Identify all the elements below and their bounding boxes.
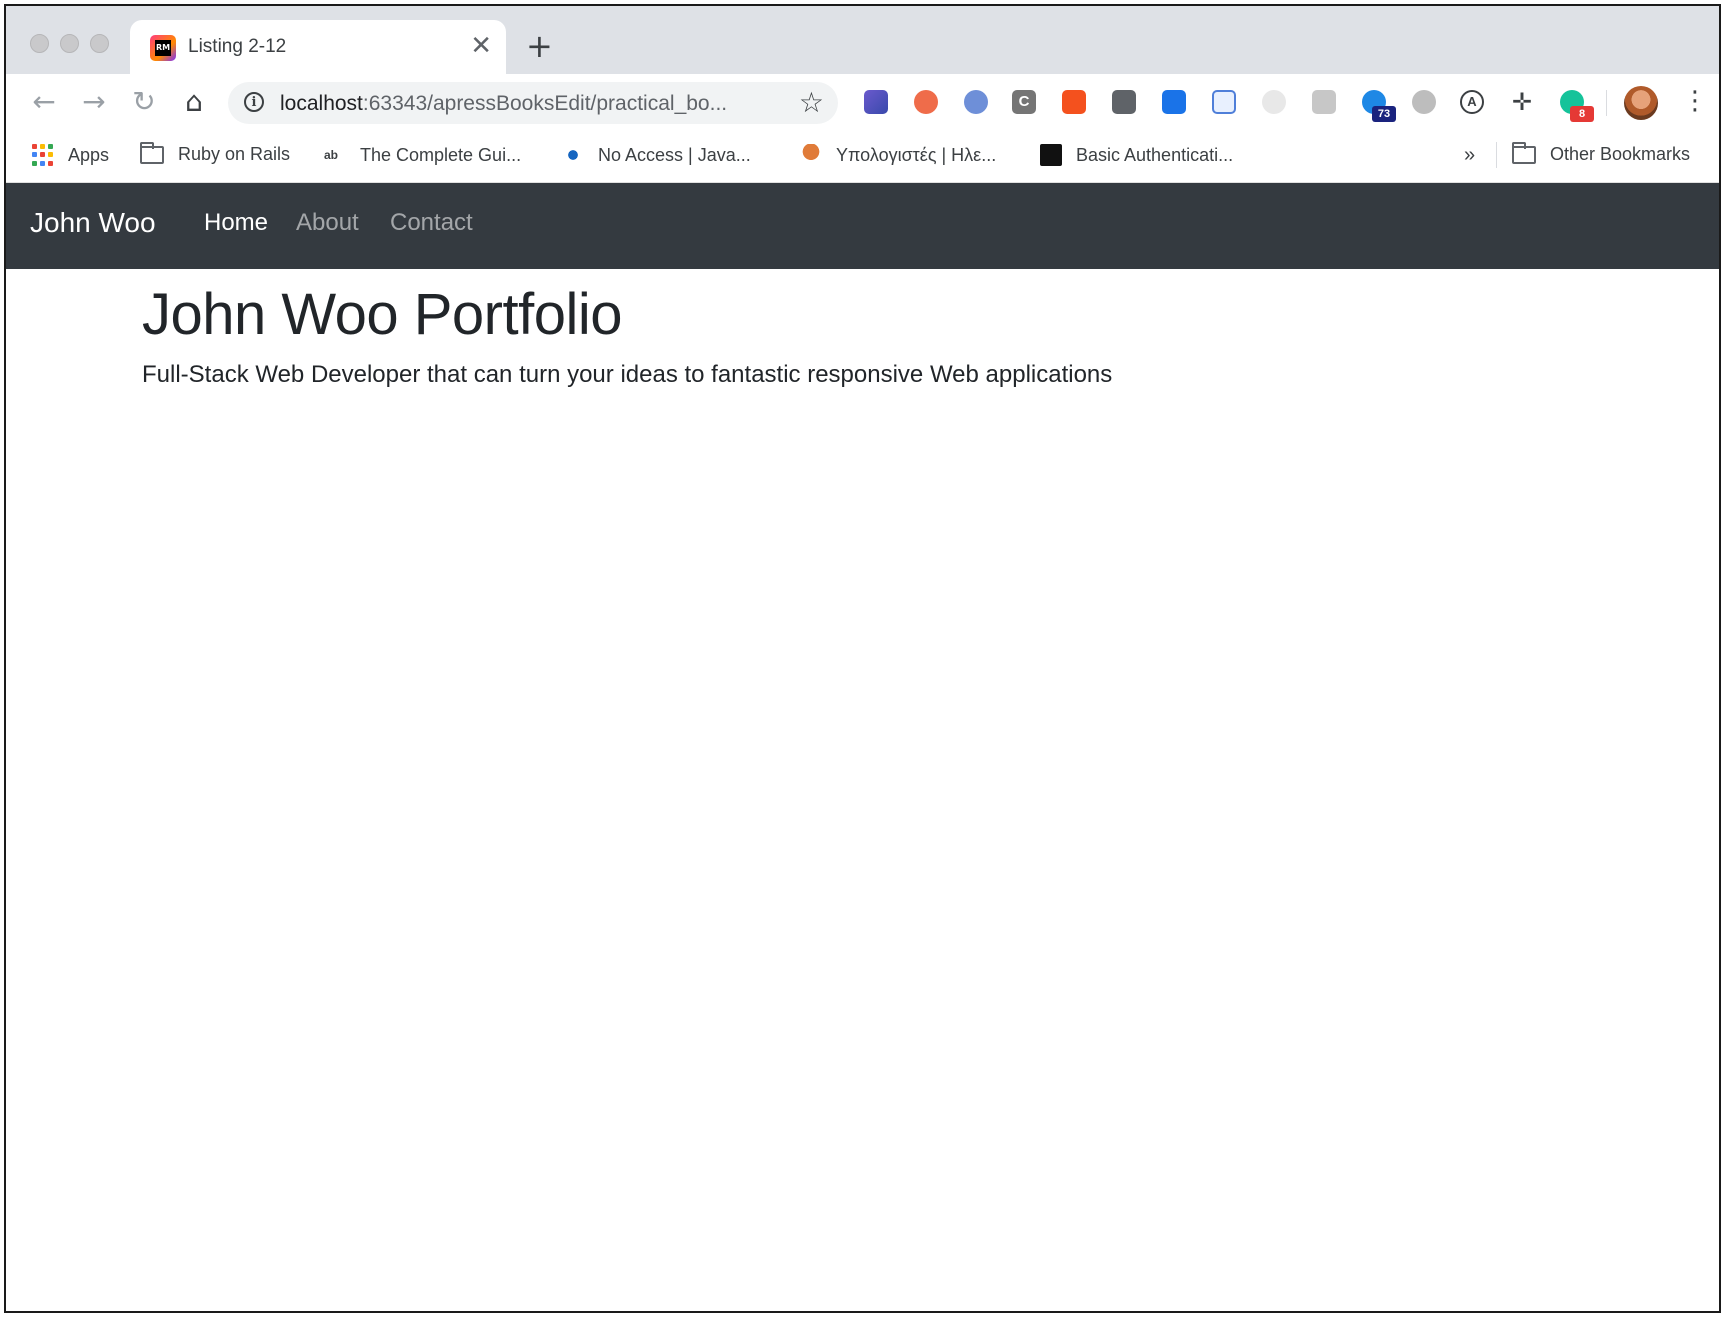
toolbar-divider: [1606, 90, 1607, 116]
web-page: John Woo Home About Contact John Woo Por…: [6, 183, 1719, 1311]
site-navbar: John Woo Home About Contact: [6, 183, 1719, 269]
download-icon[interactable]: [1162, 90, 1186, 114]
ab-icon: ab: [324, 148, 339, 162]
back-arrow-icon[interactable]: ←: [26, 84, 62, 120]
tab-strip: RM Listing 2-12 ✕ +: [6, 6, 1719, 74]
c-icon[interactable]: C: [1012, 90, 1036, 114]
address-bar[interactable]: i localhost:63343/apressBooksEdit/practi…: [228, 82, 838, 124]
folder-icon: [140, 141, 164, 164]
url-path: :63343/apressBooksEdit/practical_bo...: [362, 92, 728, 115]
tree-icon[interactable]: [914, 90, 938, 114]
tab-close-icon[interactable]: ✕: [470, 32, 492, 58]
close-window-button[interactable]: [30, 34, 49, 53]
cloud-badge: 73: [1372, 106, 1396, 122]
profile-avatar[interactable]: [1624, 86, 1658, 120]
lightbulb-icon[interactable]: [1112, 90, 1136, 114]
folder-icon: [1512, 141, 1536, 164]
url-host: localhost: [280, 92, 363, 115]
react-icon[interactable]: [1262, 90, 1286, 114]
a-circle-icon[interactable]: A: [1460, 90, 1484, 114]
nav-link-contact[interactable]: Contact: [390, 209, 473, 237]
browser-toolbar: ← → ↻ ⌂ i localhost:63343/apressBooksEdi…: [6, 74, 1719, 130]
reload-icon[interactable]: ↻: [126, 84, 162, 120]
nav-link-home[interactable]: Home: [204, 209, 268, 237]
home-icon[interactable]: ⌂: [176, 84, 212, 120]
lead-text: Full-Stack Web Developer that can turn y…: [142, 361, 1113, 388]
bookmark-label: Other Bookmarks: [1550, 144, 1691, 164]
diamond-icon: [1040, 144, 1062, 166]
bookmarks-divider: [1496, 142, 1497, 168]
bookmark-ruby-on-rails[interactable]: Ruby on Rails: [140, 141, 291, 165]
bookmark-label: No Access | Java...: [598, 144, 751, 165]
tab-active[interactable]: RM Listing 2-12 ✕: [130, 20, 506, 74]
bookmark-label: The Complete Gui...: [360, 144, 522, 165]
vpn-icon[interactable]: [1412, 90, 1436, 114]
grammarly-icon[interactable]: 8: [1560, 90, 1594, 122]
bookmarks-overflow-button[interactable]: »: [1464, 144, 1475, 167]
forward-arrow-icon[interactable]: →: [76, 84, 112, 120]
bookmark-label: Apps: [68, 144, 110, 165]
bookmark-computers[interactable]: Υπολογιστές | Ηλε...: [800, 144, 996, 166]
bookmark-apps[interactable]: Apps: [32, 144, 109, 166]
speed-icon[interactable]: [1212, 90, 1236, 114]
bookmark-basic-auth[interactable]: Basic Authenticati...: [1040, 144, 1233, 166]
cloud-icon[interactable]: 73: [1362, 90, 1396, 122]
minimize-window-button[interactable]: [60, 34, 79, 53]
page-title: John Woo Portfolio: [142, 282, 622, 347]
eyedropper-icon[interactable]: [864, 90, 888, 114]
zoom-window-button[interactable]: [90, 34, 109, 53]
ruler-icon[interactable]: ✛: [1510, 90, 1534, 114]
bookmarks-bar: Apps Ruby on Rails ab The Complete Gui..…: [6, 130, 1719, 183]
gear-icon[interactable]: [1062, 90, 1086, 114]
grammarly-badge: 8: [1570, 106, 1594, 122]
bookmark-label: Ruby on Rails: [178, 144, 291, 164]
favicon-letters: RM: [155, 40, 171, 56]
opera-icon[interactable]: [964, 90, 988, 114]
balloon-icon: [800, 144, 822, 166]
rubymine-favicon-icon: RM: [150, 35, 176, 61]
bookmark-no-access[interactable]: No Access | Java...: [562, 144, 751, 166]
apps-grid-icon: [32, 144, 54, 166]
bookmark-label: Basic Authenticati...: [1076, 144, 1234, 165]
bookmark-label: Υπολογιστές | Ηλε...: [836, 144, 997, 165]
tab-title: Listing 2-12: [188, 36, 287, 57]
new-tab-button[interactable]: +: [526, 30, 553, 62]
bookmark-other[interactable]: Other Bookmarks: [1512, 141, 1691, 165]
browser-window: RM Listing 2-12 ✕ + ← → ↻ ⌂ i localhost:…: [4, 4, 1721, 1313]
nav-link-about[interactable]: About: [296, 209, 359, 237]
network-icon: [562, 144, 584, 166]
navbar-brand[interactable]: John Woo: [30, 207, 156, 239]
site-info-icon[interactable]: i: [244, 92, 264, 112]
more-menu-icon[interactable]: ⋮: [1682, 86, 1708, 116]
bookmark-star-icon[interactable]: ☆: [799, 86, 824, 119]
bookmark-complete-guide[interactable]: ab The Complete Gui...: [324, 144, 521, 166]
chat-icon[interactable]: [1312, 90, 1336, 114]
url-text[interactable]: localhost:63343/apressBooksEdit/practica…: [280, 92, 727, 116]
